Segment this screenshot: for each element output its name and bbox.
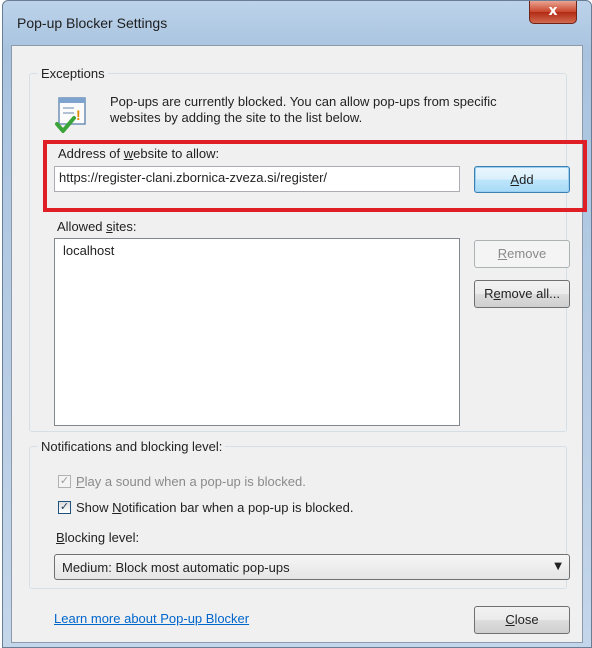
window-title: Pop-up Blocker Settings bbox=[17, 15, 168, 31]
remove-button-rest: emove bbox=[507, 246, 547, 261]
remove-all-post: move all... bbox=[500, 286, 560, 301]
close-icon: x bbox=[548, 3, 558, 19]
exceptions-info-text: Pop-ups are currently blocked. You can a… bbox=[110, 94, 497, 125]
dialog-client-area: Exceptions ! Pop-ups are currently block… bbox=[11, 45, 587, 643]
learn-more-link[interactable]: Learn more about Pop-up Blocker bbox=[54, 611, 249, 626]
play-sound-checkbox[interactable]: ✓ bbox=[58, 475, 71, 488]
play-sound-label: Play a sound when a pop-up is blocked. bbox=[76, 474, 306, 489]
window-close-button[interactable]: x bbox=[529, 1, 577, 24]
close-button[interactable]: Close bbox=[474, 606, 570, 634]
close-button-accel: C bbox=[505, 612, 515, 627]
play-sound-rest: lay a sound when a pop-up is blocked. bbox=[84, 474, 306, 489]
blocking-level-rest: locking level: bbox=[64, 530, 140, 545]
exceptions-group-label: Exceptions bbox=[41, 66, 105, 81]
popup-blocker-window: Pop-up Blocker Settings x Exceptions ! P… bbox=[2, 0, 592, 648]
remove-button-accel: R bbox=[497, 246, 508, 261]
play-sound-accel: P bbox=[76, 474, 85, 489]
blocking-level-accel: B bbox=[56, 530, 65, 545]
show-bar-pre: Show bbox=[76, 500, 113, 515]
blocking-level-label: Blocking level: bbox=[56, 530, 139, 545]
blocking-level-select[interactable]: Medium: Block most automatic pop-ups ▼ bbox=[54, 554, 570, 580]
allowed-sites-label-post: ites: bbox=[112, 219, 137, 234]
close-button-rest: lose bbox=[514, 612, 539, 627]
allowed-sites-label-pre: Allowed bbox=[57, 219, 107, 234]
show-notification-bar-label: Show Notification bar when a pop-up is b… bbox=[76, 500, 354, 515]
allowed-sites-list[interactable]: localhost bbox=[54, 238, 460, 426]
blocking-level-value: Medium: Block most automatic pop-ups bbox=[62, 560, 290, 575]
notifications-group-label: Notifications and blocking level: bbox=[41, 439, 223, 454]
popup-info-icon: ! bbox=[54, 94, 90, 134]
show-bar-post: otification bar when a pop-up is blocked… bbox=[121, 500, 354, 515]
svg-text:!: ! bbox=[76, 107, 81, 123]
remove-button[interactable]: Remove bbox=[474, 240, 570, 268]
title-bar[interactable]: Pop-up Blocker Settings x bbox=[3, 1, 591, 45]
chevron-down-icon: ▼ bbox=[554, 561, 562, 572]
remove-all-button[interactable]: Remove all... bbox=[474, 280, 570, 308]
allowed-sites-label: Allowed sites: bbox=[57, 219, 136, 234]
remove-all-accel: e bbox=[493, 286, 501, 301]
address-highlight-box bbox=[43, 140, 587, 212]
list-item[interactable]: localhost bbox=[63, 243, 114, 258]
show-bar-accel: N bbox=[112, 500, 122, 515]
show-notification-bar-checkbox[interactable]: ✓ bbox=[58, 501, 71, 514]
